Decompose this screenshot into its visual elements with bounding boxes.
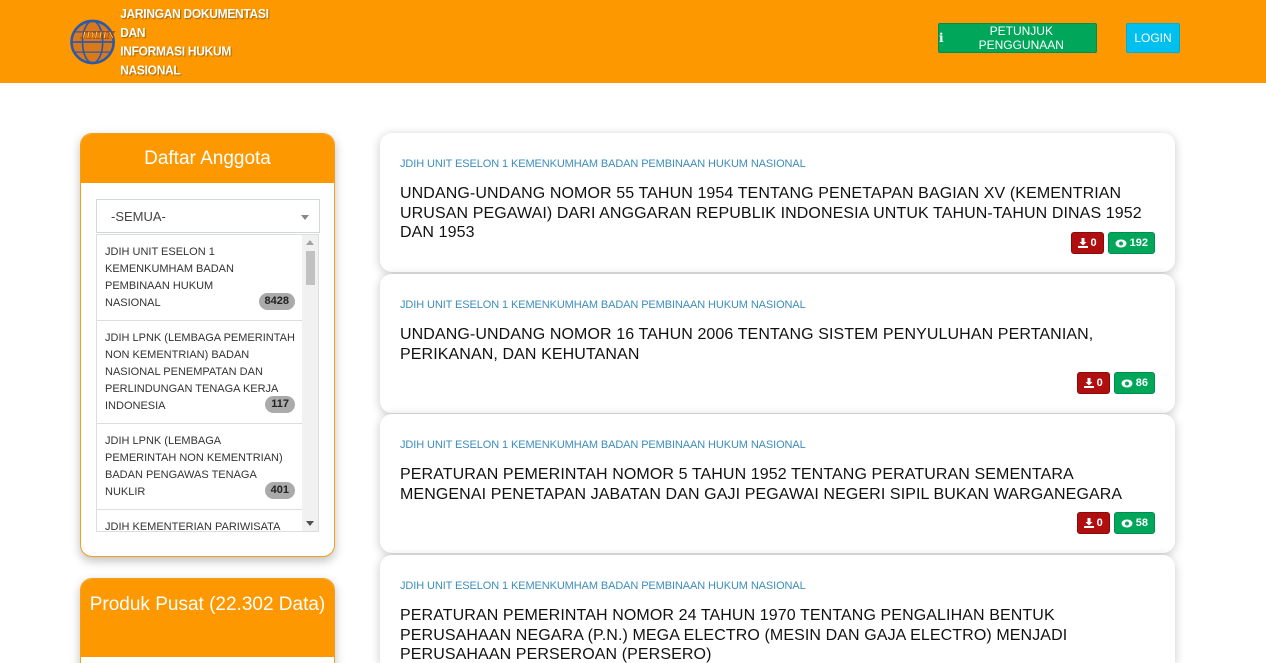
user-guide-label: PETUNJUK PENGGUNAAN [978, 24, 1064, 52]
member-label: JDIH KEMENTERIAN PARIWISATA [105, 521, 281, 532]
document-title[interactable]: UNDANG-UNDANG NOMOR 16 TAHUN 2006 TENTAN… [400, 325, 1160, 364]
document-source[interactable]: JDIH UNIT ESELON 1 KEMENKUMHAM BADAN PEM… [400, 580, 806, 592]
member-list[interactable]: JDIH UNIT ESELON 1 KEMENKUMHAM BADAN PEM… [96, 234, 319, 532]
document-stats: 0 86 [1076, 372, 1155, 394]
caret-down-icon [301, 215, 309, 220]
member-label: JDIH UNIT ESELON 1 KEMENKUMHAM BADAN PEM… [105, 246, 234, 309]
globe-logo-icon: JDIHN [70, 19, 116, 65]
member-count-badge: 8428 [258, 293, 295, 310]
download-icon [1077, 238, 1088, 248]
eye-icon [1121, 519, 1133, 527]
member-list-scrollbar[interactable] [302, 235, 318, 531]
member-list-item[interactable]: JDIH KEMENTERIAN PARIWISATA 269 [97, 510, 303, 532]
info-icon: i [939, 31, 944, 45]
scroll-thumb[interactable] [306, 251, 315, 285]
member-label: JDIH LPNK (LEMBAGA PEMERINTAH NON KEMENT… [105, 435, 283, 498]
view-count: 86 [1135, 377, 1148, 389]
user-guide-button[interactable]: i PETUNJUK PENGGUNAAN [938, 23, 1097, 53]
download-count: 0 [1096, 377, 1103, 389]
document-title[interactable]: PERATURAN PEMERINTAH NOMOR 24 TAHUN 1970… [400, 606, 1160, 663]
download-count: 0 [1096, 517, 1103, 529]
view-count: 58 [1135, 517, 1148, 529]
document-stats: 0 58 [1076, 512, 1155, 534]
document-title[interactable]: PERATURAN PEMERINTAH NOMOR 5 TAHUN 1952 … [400, 465, 1160, 504]
site-header: JDIHN JARINGAN DOKUMENTASI DAN INFORMASI… [0, 0, 1266, 83]
member-list-item[interactable]: JDIH LPNK (LEMBAGA PEMERINTAH NON KEMENT… [97, 321, 303, 424]
logo-line-2: INFORMASI HUKUM NASIONAL [120, 44, 232, 78]
member-count-badge: 401 [264, 482, 295, 499]
logo-line-1: JARINGAN DOKUMENTASI DAN [120, 6, 269, 40]
member-count-badge: 117 [265, 396, 295, 413]
download-count-badge: 0 [1076, 372, 1110, 394]
download-icon [1083, 378, 1094, 388]
document-card[interactable]: JDIH UNIT ESELON 1 KEMENKUMHAM BADAN PEM… [380, 274, 1175, 413]
logo-text: JARINGAN DOKUMENTASI DAN INFORMASI HUKUM… [120, 4, 269, 80]
view-count-badge: 58 [1113, 512, 1155, 534]
products-panel: Produk Pusat (22.302 Data) [80, 578, 335, 663]
members-panel: Daftar Anggota -SEMUA- JDIH UNIT ESELON … [80, 133, 335, 557]
products-panel-title: Produk Pusat (22.302 Data) [81, 579, 334, 657]
members-panel-title: Daftar Anggota [81, 134, 334, 183]
scroll-down-arrow-icon[interactable] [306, 521, 314, 526]
document-source[interactable]: JDIH UNIT ESELON 1 KEMENKUMHAM BADAN PEM… [400, 158, 806, 170]
site-logo[interactable]: JDIHN JARINGAN DOKUMENTASI DAN INFORMASI… [69, 6, 269, 78]
download-count-badge: 0 [1076, 512, 1110, 534]
view-count: 192 [1129, 237, 1148, 249]
view-count-badge: 192 [1107, 232, 1155, 254]
download-icon [1083, 518, 1094, 528]
eye-icon [1121, 379, 1133, 387]
document-card[interactable]: JDIH UNIT ESELON 1 KEMENKUMHAM BADAN PEM… [380, 133, 1175, 272]
document-stats: 0 192 [1070, 232, 1155, 254]
member-filter-select[interactable]: -SEMUA- [96, 199, 320, 233]
document-source[interactable]: JDIH UNIT ESELON 1 KEMENKUMHAM BADAN PEM… [400, 299, 806, 311]
member-filter-value: -SEMUA- [111, 209, 166, 224]
document-card[interactable]: JDIH UNIT ESELON 1 KEMENKUMHAM BADAN PEM… [380, 555, 1175, 663]
login-button[interactable]: LOGIN [1126, 23, 1180, 53]
eye-icon [1115, 239, 1127, 247]
document-card[interactable]: JDIH UNIT ESELON 1 KEMENKUMHAM BADAN PEM… [380, 414, 1175, 553]
document-source[interactable]: JDIH UNIT ESELON 1 KEMENKUMHAM BADAN PEM… [400, 439, 806, 451]
view-count-badge: 86 [1113, 372, 1155, 394]
scroll-up-arrow-icon[interactable] [306, 240, 314, 245]
member-list-item[interactable]: JDIH LPNK (LEMBAGA PEMERINTAH NON KEMENT… [97, 424, 303, 510]
document-title[interactable]: UNDANG-UNDANG NOMOR 55 TAHUN 1954 TENTAN… [400, 184, 1160, 243]
member-list-item[interactable]: JDIH UNIT ESELON 1 KEMENKUMHAM BADAN PEM… [97, 235, 303, 321]
logo-mark-text: JDIHN [80, 30, 116, 42]
download-count-badge: 0 [1070, 232, 1104, 254]
download-count: 0 [1090, 237, 1097, 249]
